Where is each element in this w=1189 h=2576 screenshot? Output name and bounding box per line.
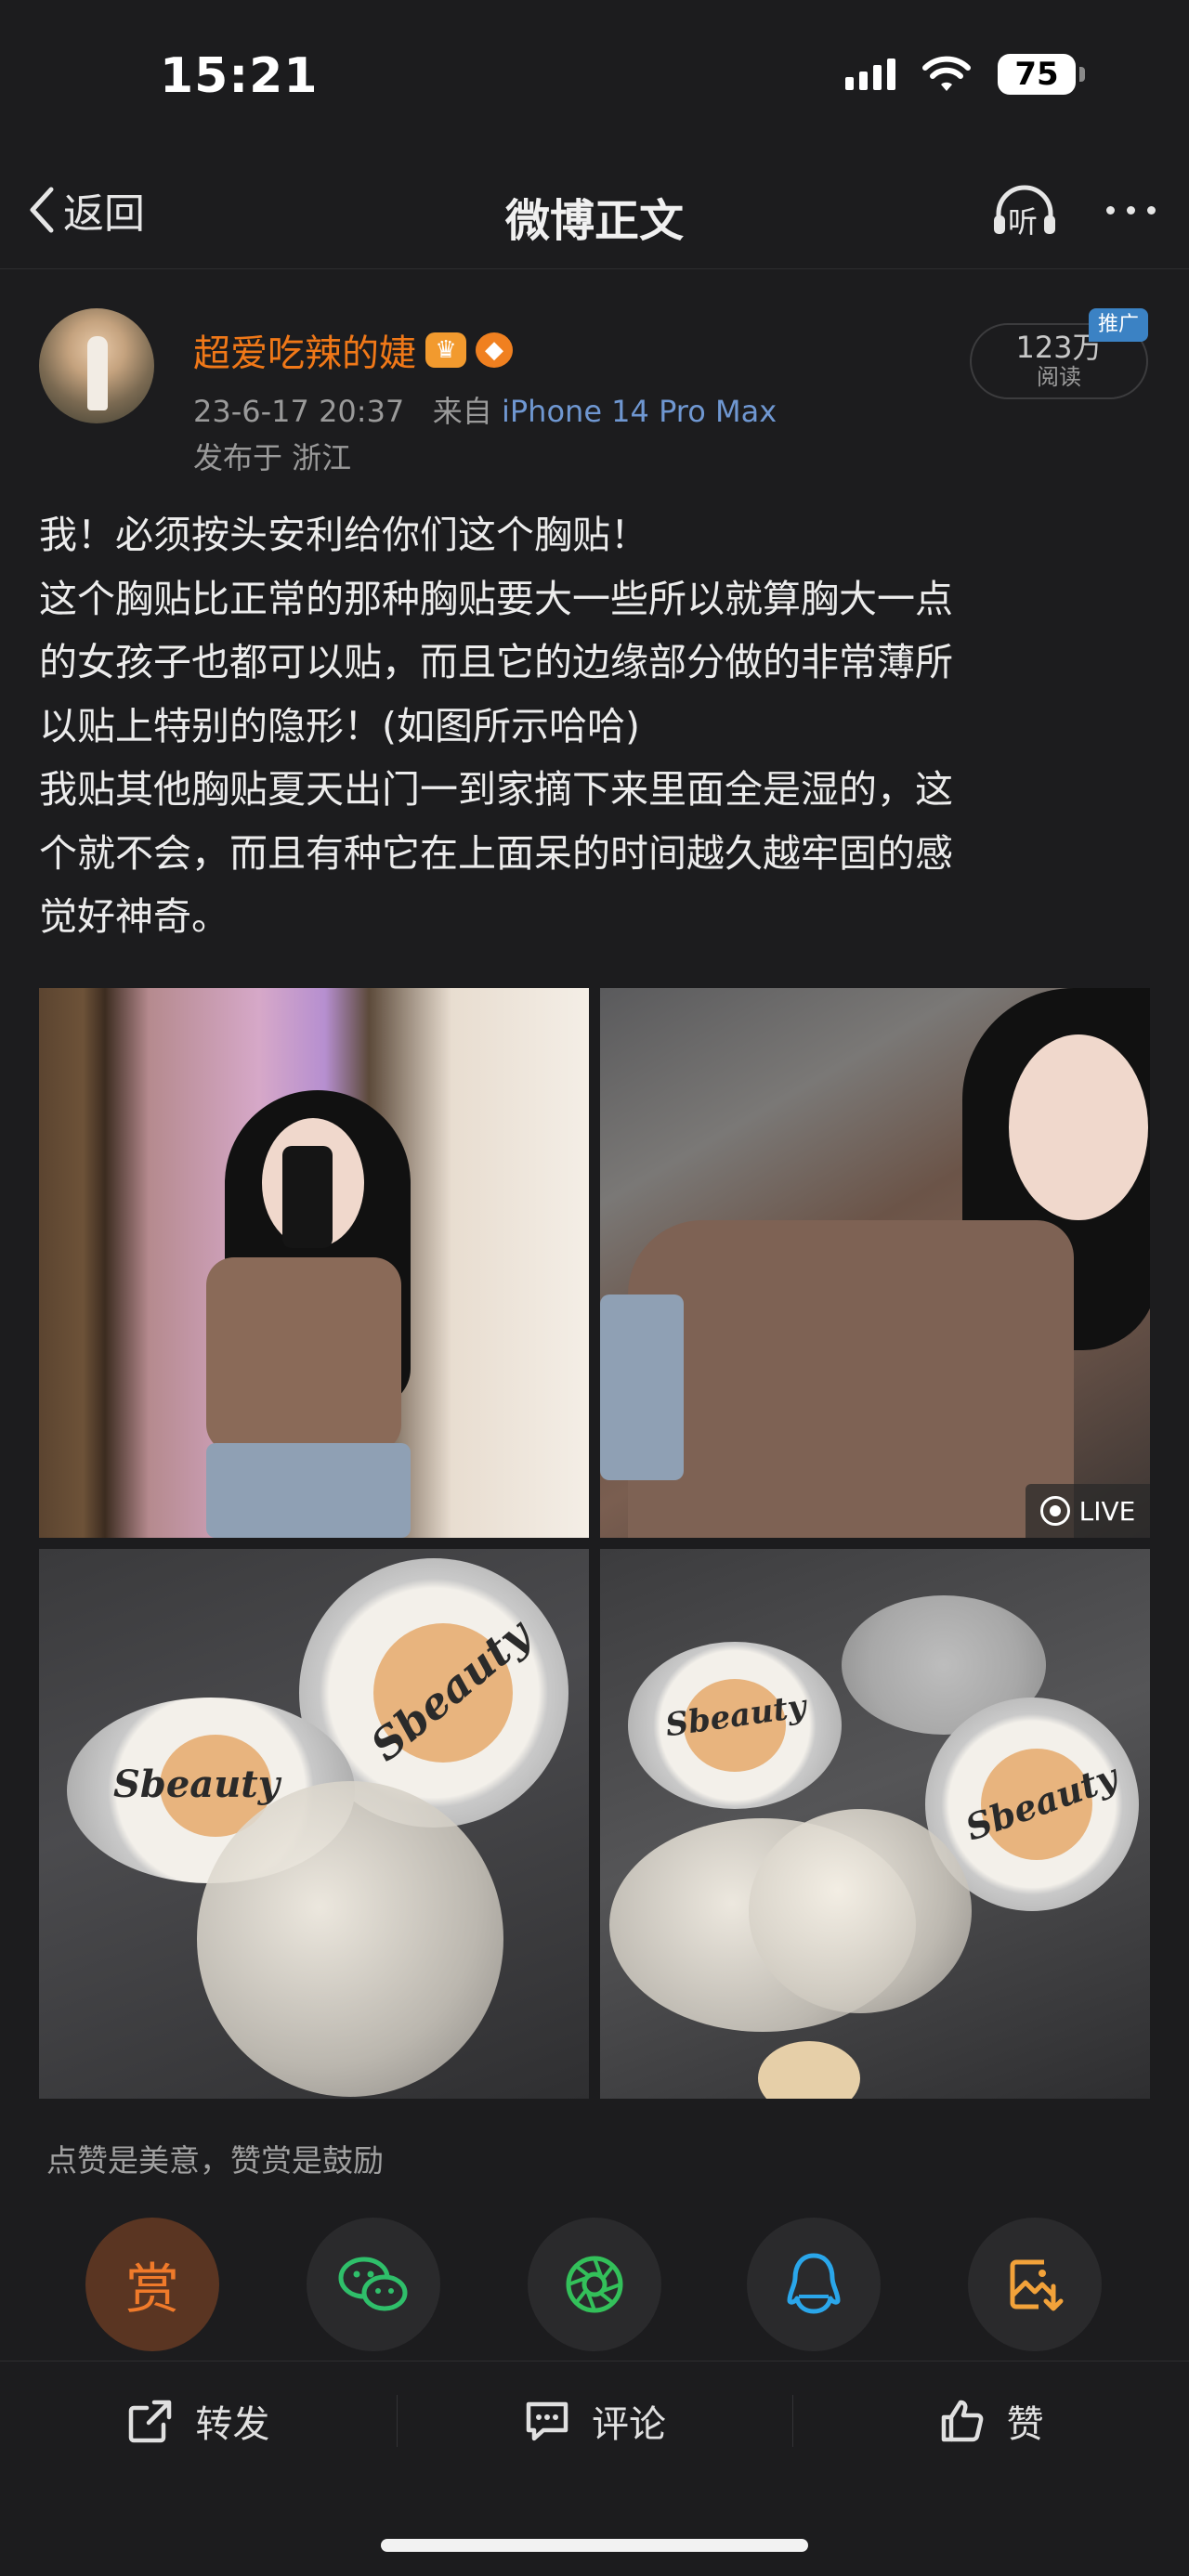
source-prefix: 来自 (432, 394, 492, 429)
wifi-icon (922, 56, 971, 91)
product-photo-2[interactable]: Sbeauty Sbeauty (600, 1549, 1150, 2099)
share-row: 赏 (0, 2218, 1189, 2351)
post-location: 发布于 浙江 (193, 440, 352, 475)
live-label: LIVE (1078, 1495, 1136, 1527)
status-time: 15:21 (160, 48, 319, 104)
reward-label: 赏 (124, 2257, 179, 2321)
repost-button[interactable]: 转发 (0, 2361, 397, 2479)
battery-level: 75 (998, 54, 1076, 95)
save-image-button[interactable] (968, 2218, 1102, 2351)
author-name[interactable]: 超爱吃辣的婕 (193, 323, 416, 377)
wechat-icon (338, 2257, 408, 2311)
post-text-line: 个就不会，而且有种它在上面呆的时间越久越牢固的感 (39, 830, 953, 876)
nav-bar: 返回 微博正文 听 (0, 158, 1189, 269)
read-label: 阅读 (1037, 364, 1081, 390)
post-text: 我！必须按头安利给你们这个胸贴！ 这个胸贴比正常的那种胸贴要大一些所以就算胸大一… (39, 503, 1150, 949)
device-link[interactable]: iPhone 14 Pro Max (502, 394, 777, 429)
repost-label: 转发 (195, 2402, 270, 2446)
post-text-line: 以贴上特别的隐形！(如图所示哈哈) (39, 703, 640, 748)
thumbs-up-icon (941, 2400, 984, 2441)
status-icons: 75 (845, 54, 1085, 95)
closeup-selfie-photo[interactable]: LIVE (600, 988, 1150, 1538)
bottom-toolbar: 转发 评论 赞 (0, 2361, 1189, 2479)
signal-icon (845, 59, 895, 90)
status-bar: 15:21 75 (0, 0, 1189, 158)
post-text-line: 的女孩子也都可以贴，而且它的边缘部分做的非常薄所 (39, 640, 953, 684)
comment-icon (526, 2401, 568, 2440)
live-badge: LIVE (1026, 1484, 1150, 1538)
comment-button[interactable]: 评论 (396, 2361, 793, 2479)
qq-icon (787, 2253, 841, 2314)
share-qq-button[interactable] (747, 2218, 881, 2351)
share-wechat-button[interactable] (307, 2218, 440, 2351)
reward-button[interactable]: 赏 (85, 2218, 219, 2351)
mirror-selfie-photo[interactable] (39, 988, 589, 1538)
like-button[interactable]: 赞 (792, 2361, 1189, 2479)
comment-label: 评论 (592, 2402, 666, 2446)
fish-badge-icon: ◆ (476, 332, 513, 368)
promo-badge: 推广 (1089, 308, 1148, 342)
share-moments-button[interactable] (528, 2218, 661, 2351)
avatar[interactable] (39, 308, 154, 423)
post-date: 23-6-17 20:37 (193, 394, 405, 429)
moments-icon (566, 2256, 623, 2313)
live-photo-icon (1039, 1496, 1070, 1526)
post-text-line: 觉好神奇。 (39, 894, 229, 939)
listen-label: 听 (1008, 204, 1039, 240)
product-photo-1[interactable]: Sbeauty Sbeauty (39, 1549, 589, 2099)
post-text-line: 这个胸贴比正常的那种胸贴要大一些所以就算胸大一点 (39, 576, 953, 621)
author-row: 超爱吃辣的婕 ♛ ◆ (193, 323, 513, 377)
share-hint: 点赞是美意，赞赏是鼓励 (46, 2142, 384, 2179)
like-label: 赞 (1006, 2402, 1044, 2446)
battery-icon: 75 (998, 54, 1085, 95)
post-text-line: 我！必须按头安利给你们这个胸贴！ (39, 513, 648, 557)
home-indicator[interactable] (381, 2539, 808, 2552)
repost-icon (129, 2400, 172, 2442)
crown-badge-icon: ♛ (425, 332, 466, 368)
post-text-line: 我贴其他胸贴夏天出门一到家摘下来里面全是湿的，这 (39, 767, 953, 812)
save-image-icon (1010, 2259, 1064, 2311)
post-meta: 23-6-17 20:37 来自 iPhone 14 Pro Max (193, 388, 777, 431)
more-options-icon[interactable] (1106, 205, 1156, 215)
listen-button[interactable]: 听 (991, 182, 1058, 240)
brand-label: Sbeauty (113, 1763, 281, 1806)
